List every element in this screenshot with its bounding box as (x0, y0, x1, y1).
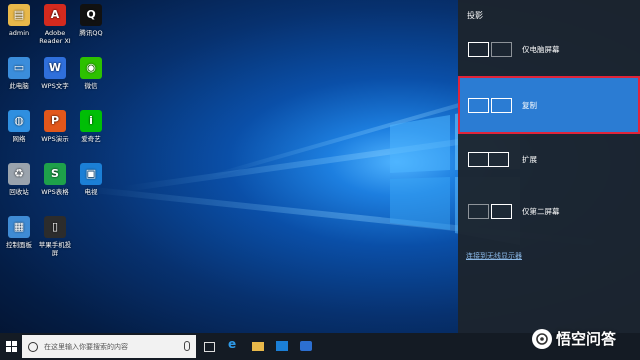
desktop-icon-user-folder[interactable]: ▤ admin (0, 4, 38, 37)
tv-icon: ▣ (80, 163, 102, 185)
search-placeholder: 在这里输入你要搜索的内容 (44, 342, 128, 351)
phone-cast-icon: ▯ (44, 216, 66, 238)
user-folder-icon: ▤ (8, 4, 30, 26)
desktop-icon-label: 苹果手机投屏 (38, 241, 72, 257)
wps-presentation-icon: P (44, 110, 66, 132)
option-pc-screen-only[interactable]: 仅电脑屏幕 (458, 20, 640, 78)
extend-icon (468, 149, 514, 169)
watermark: 悟空问答 (532, 328, 616, 349)
desktop-icon-label: WPS表格 (41, 188, 69, 196)
recycle-bin-icon: ♻ (8, 163, 30, 185)
desktop-icon-label: WPS文字 (41, 82, 69, 90)
wps-spreadsheet-icon: S (44, 163, 66, 185)
second-screen-only-icon (468, 201, 514, 221)
desktop-icon-label: 此电脑 (9, 82, 29, 90)
desktop-icon-recycle-bin[interactable]: ♻ 回收站 (0, 163, 38, 196)
desktop-icon-wps-presentation[interactable]: P WPS演示 (36, 110, 74, 143)
iqiyi-icon: i (80, 110, 102, 132)
start-button[interactable] (0, 333, 22, 360)
microphone-icon[interactable] (184, 341, 190, 351)
desktop-icon-network-globe[interactable]: ◍ 网络 (0, 110, 38, 143)
file-explorer-icon[interactable] (252, 342, 264, 351)
option-label: 仅第二屏幕 (522, 206, 560, 216)
desktop-icon-phone-cast[interactable]: ▯ 苹果手机投屏 (36, 216, 74, 257)
desktop-icon-computer[interactable]: ▭ 此电脑 (0, 57, 38, 90)
cortana-circle-icon (28, 341, 38, 352)
desktop-icon-tv[interactable]: ▣ 电视 (72, 163, 110, 196)
taskbar-search-box[interactable]: 在这里输入你要搜索的内容 (22, 335, 196, 358)
store-icon[interactable] (276, 341, 288, 351)
desktop-icon-label: 回收站 (9, 188, 29, 196)
desktop-icon-iqiyi[interactable]: i 爱奇艺 (72, 110, 110, 143)
computer-icon: ▭ (8, 57, 30, 79)
desktop-icon-label: admin (8, 29, 30, 37)
option-label: 扩展 (522, 154, 537, 164)
desktop-icon-label: WPS演示 (41, 135, 69, 143)
wukong-logo-icon (532, 328, 552, 349)
desktop-icon-label: 腾讯QQ (79, 29, 103, 37)
desktop-icon-wps-spreadsheet[interactable]: S WPS表格 (36, 163, 74, 196)
option-second-screen-only[interactable]: 仅第二屏幕 (458, 182, 640, 240)
network-globe-icon: ◍ (8, 110, 30, 132)
wechat-icon: ◉ (80, 57, 102, 79)
watermark-text: 悟空问答 (556, 330, 617, 348)
desktop-icon-adobe-reader[interactable]: A Adobe Reader XI (36, 4, 74, 45)
desktop-icon-qq-penguin[interactable]: Q 腾讯QQ (72, 4, 110, 37)
control-panel-icon: ▦ (8, 216, 30, 238)
desktop-icon-label: 网络 (12, 135, 26, 143)
desktop-icon-wps-writer[interactable]: W WPS文字 (36, 57, 74, 90)
desktop-icon-label: Adobe Reader XI (39, 29, 71, 45)
app-icon[interactable] (300, 341, 312, 351)
desktop-icon-label: 控制面板 (6, 241, 32, 249)
pc-screen-only-icon (468, 39, 514, 59)
desktop-icon-wechat[interactable]: ◉ 微信 (72, 57, 110, 90)
option-duplicate[interactable]: 复制 (458, 76, 640, 134)
option-label: 仅电脑屏幕 (522, 44, 560, 54)
adobe-reader-icon: A (44, 4, 66, 26)
qq-penguin-icon: Q (80, 4, 102, 26)
duplicate-icon (468, 95, 514, 115)
connect-wireless-display-link[interactable]: 连接到无线显示器 (466, 251, 522, 261)
option-extend[interactable]: 扩展 (458, 130, 640, 188)
desktop-icon-label: 爱奇艺 (81, 135, 101, 143)
wps-writer-icon: W (44, 57, 66, 79)
windows-start-icon (5, 341, 17, 352)
option-label: 复制 (522, 100, 537, 110)
task-view-icon[interactable] (204, 342, 215, 352)
desktop-icon-label: 电视 (84, 188, 98, 196)
desktop-icon-control-panel[interactable]: ▦ 控制面板 (0, 216, 38, 249)
edge-browser-icon[interactable]: e (228, 337, 240, 351)
desktop-icon-label: 微信 (84, 82, 98, 90)
project-panel: 投影 仅电脑屏幕 复制 扩展 仅第二屏幕 连接到无线显示器 (458, 0, 640, 333)
